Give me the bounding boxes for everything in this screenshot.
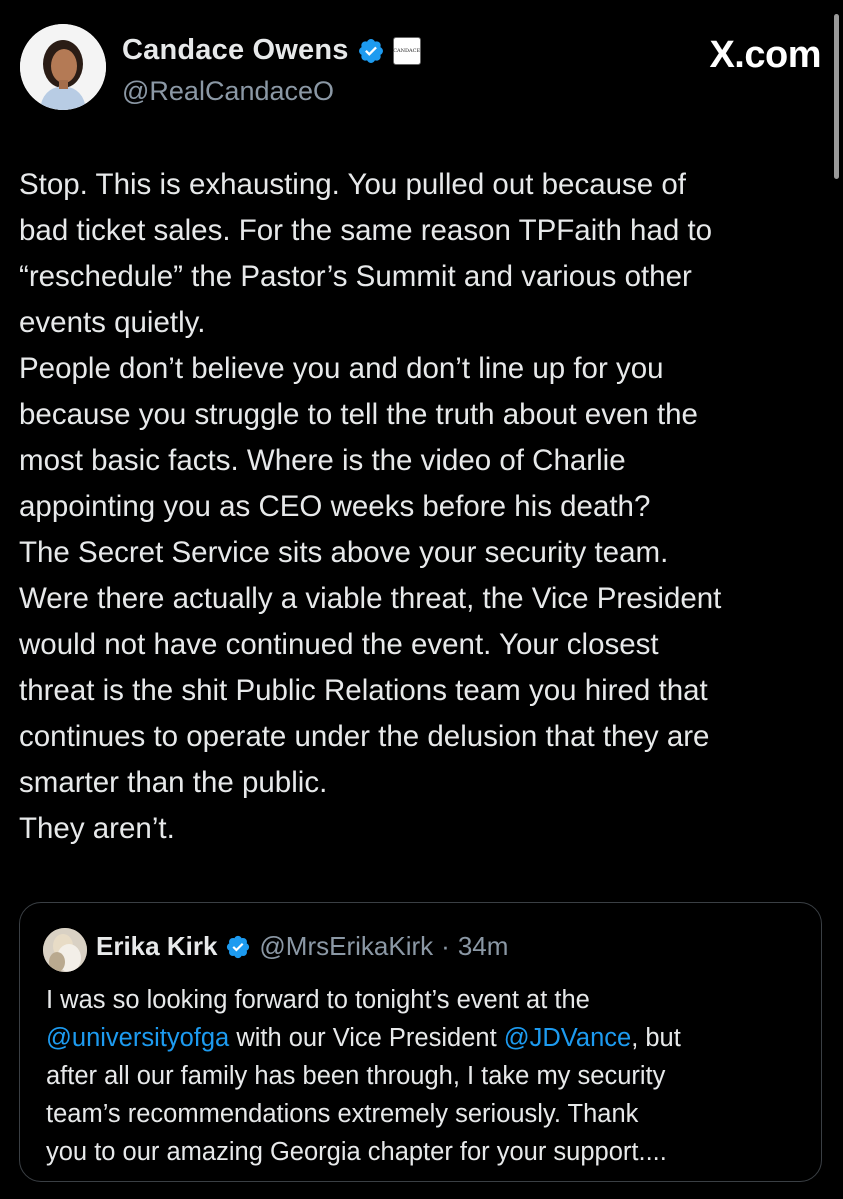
tweet-text: Stop. This is exhausting. You pulled out…	[19, 162, 829, 852]
quoted-author-name[interactable]: Erika Kirk	[96, 931, 217, 962]
tweet-line: most basic facts. Where is the video of …	[19, 444, 626, 477]
quoted-text: I was so looking forward to tonight’s ev…	[46, 981, 806, 1171]
author-handle[interactable]: @RealCandaceO	[122, 76, 334, 107]
verified-badge-icon	[357, 37, 385, 65]
affiliate-badge-icon[interactable]: CANDACE	[392, 36, 421, 65]
author-name[interactable]: Candace Owens	[122, 34, 349, 67]
quoted-author-handle[interactable]: @MrsErikaKirk	[259, 931, 433, 962]
tweet-line: They aren’t.	[19, 812, 175, 845]
mention-link[interactable]: @universityofga	[46, 1024, 229, 1052]
quoted-line: you to our amazing Georgia chapter for y…	[46, 1138, 667, 1166]
avatar[interactable]	[20, 24, 106, 110]
tweet-line: bad ticket sales. For the same reason TP…	[19, 214, 713, 247]
tweet-line: The Secret Service sits above your secur…	[19, 536, 669, 569]
tweet-line: smarter than the public.	[19, 766, 328, 799]
tweet-line: Were there actually a viable threat, the…	[19, 582, 722, 615]
quoted-line: after all our family has been through, I…	[46, 1062, 666, 1090]
verified-badge-icon	[225, 934, 251, 960]
tweet-line: threat is the shit Public Relations team…	[19, 674, 708, 707]
x-logo-icon: X.com	[709, 34, 821, 77]
quoted-line: @universityofga with our Vice President …	[46, 1019, 806, 1057]
tweet-line: events quietly.	[19, 306, 206, 339]
quoted-header: Erika Kirk @MrsErikaKirk · 34m	[96, 931, 508, 962]
quoted-line: team’s recommendations extremely serious…	[46, 1100, 639, 1128]
tweet-line: Stop. This is exhausting. You pulled out…	[19, 168, 686, 201]
author-name-row: Candace Owens CANDACE	[122, 34, 421, 67]
mention-link[interactable]: @JDVance	[504, 1024, 631, 1052]
tweet-header: Candace Owens CANDACE @RealCandaceO	[20, 24, 820, 116]
quoted-tweet-card[interactable]: Erika Kirk @MrsErikaKirk · 34m I was so lo…	[19, 902, 822, 1182]
quoted-separator: ·	[441, 931, 450, 961]
tweet-line: People don’t believe you and don’t line …	[19, 352, 664, 385]
quoted-line-text: with our Vice President	[229, 1024, 504, 1052]
quoted-line-text: , but	[631, 1024, 681, 1052]
quoted-avatar[interactable]	[43, 928, 87, 972]
brand-label: X.com	[709, 34, 821, 76]
tweet-line: continues to operate under the delusion …	[19, 720, 710, 753]
tweet-line: would not have continued the event. Your…	[19, 628, 659, 661]
affiliate-badge-text: CANDACE	[393, 47, 421, 54]
quoted-line: I was so looking forward to tonight’s ev…	[46, 986, 590, 1014]
quoted-timestamp[interactable]: 34m	[458, 931, 509, 962]
tweet-line: “reschedule” the Pastor’s Summit and var…	[19, 260, 692, 293]
tweet-line: because you struggle to tell the truth a…	[19, 398, 698, 431]
tweet-line: appointing you as CEO weeks before his d…	[19, 490, 651, 523]
scrollbar[interactable]	[834, 14, 839, 179]
